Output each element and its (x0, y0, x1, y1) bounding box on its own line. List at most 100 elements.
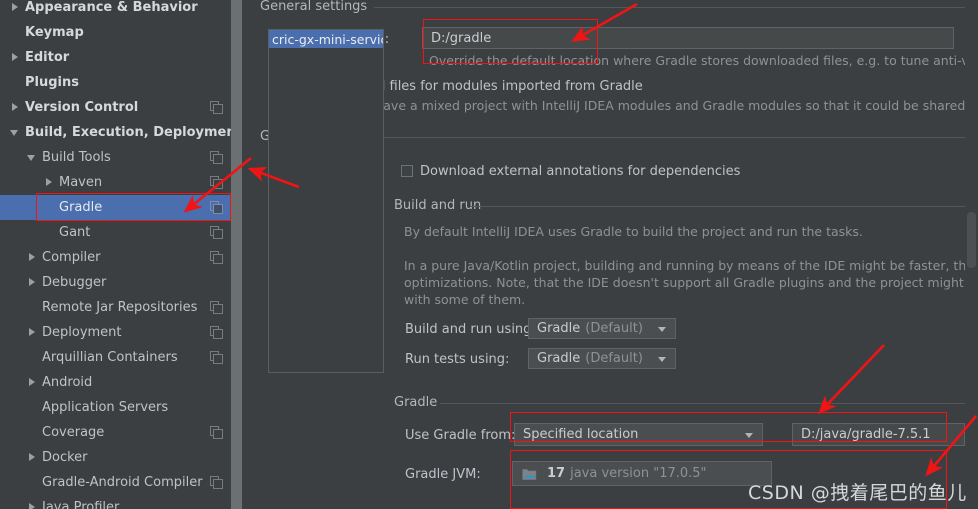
chevron-right-icon[interactable] (27, 502, 38, 509)
gradle-jvm-dropdown[interactable]: 17 java version "17.0.5" (512, 461, 772, 486)
chevron-down-icon (658, 356, 666, 362)
chevron-right-icon[interactable] (27, 452, 38, 463)
gradle-projects-list[interactable]: cric-gx-mini-service (268, 29, 384, 373)
sidebar-item-build-execution-deployment[interactable]: Build, Execution, Deployment (0, 120, 231, 145)
sidebar-item-java-profiler[interactable]: Java Profiler (0, 495, 231, 509)
gradle-user-home-input[interactable]: D:/gradle (422, 27, 954, 49)
sidebar-item-maven[interactable]: Maven (0, 170, 231, 195)
use-gradle-from-dropdown[interactable]: Specified location (514, 423, 763, 446)
sidebar-item-compiler[interactable]: Compiler (0, 245, 231, 270)
chevron-right-icon[interactable] (10, 52, 21, 63)
sidebar-item-docker[interactable]: Docker (0, 445, 231, 470)
main-scrollbar-thumb[interactable] (967, 212, 976, 268)
gradle-jvm-label: Gradle JVM: (405, 467, 481, 482)
sidebar-item-remote-jar-repositories[interactable]: Remote Jar Repositories (0, 295, 231, 320)
sidebar-item-deployment[interactable]: Deployment (0, 320, 231, 345)
build-and-run-divider (470, 206, 965, 207)
sidebar-item-label: Deployment (42, 325, 122, 340)
gradle-jvm-version: 17 (547, 466, 566, 481)
sidebar-item-gradle-android-compiler[interactable]: Gradle-Android Compiler (0, 470, 231, 495)
sidebar-item-label: Docker (42, 450, 88, 465)
use-gradle-from-label: Use Gradle from: (405, 428, 516, 443)
build-and-run-using-dropdown[interactable]: Gradle (Default) (528, 318, 676, 339)
sidebar-item-label: Build Tools (42, 150, 111, 165)
download-annotations-checkbox[interactable] (401, 165, 413, 177)
sidebar-item-label: Gant (59, 225, 91, 240)
sidebar-item-label: Coverage (42, 425, 105, 440)
gradle-projects-divider (370, 137, 965, 138)
chevron-right-icon[interactable] (27, 252, 38, 263)
sidebar-item-android[interactable]: Android (0, 370, 231, 395)
gradle-section-title: Gradle (394, 395, 438, 410)
build-and-run-section-title: Build and run (394, 198, 482, 213)
sidebar-item-label: Android (42, 375, 93, 390)
build-and-run-using-value: Gradle (537, 321, 581, 336)
chevron-right-icon[interactable] (10, 2, 21, 13)
sidebar-item-application-servers[interactable]: Application Servers (0, 395, 231, 420)
sidebar-item-plugins[interactable]: Plugins (0, 70, 231, 95)
sidebar-item-label: Arquillian Containers (42, 350, 178, 365)
copy-settings-icon[interactable] (210, 201, 223, 214)
sidebar-item-label: Gradle (59, 200, 103, 215)
run-tests-using-dropdown[interactable]: Gradle (Default) (528, 348, 676, 369)
indent-spacer (0, 82, 10, 83)
settings-tree[interactable]: Appearance & Behavior Keymap Editor Plugins… (0, 0, 231, 509)
gradle-section-divider (440, 403, 965, 404)
gradle-location-input[interactable]: D:/java/gradle-7.5.1 (792, 423, 965, 446)
copy-settings-icon[interactable] (210, 326, 223, 339)
chevron-right-icon[interactable] (10, 102, 21, 113)
indent-spacer (0, 32, 10, 33)
use-gradle-from-value: Specified location (523, 427, 639, 442)
chevron-down-icon[interactable] (27, 152, 38, 163)
sidebar-item-label: Build, Execution, Deployment (25, 125, 231, 140)
indent-spacer (0, 157, 27, 158)
sidebar-item-arquillian-containers[interactable]: Arquillian Containers (0, 345, 231, 370)
sidebar-item-coverage[interactable]: Coverage (0, 420, 231, 445)
sidebar-item-build-tools[interactable]: Build Tools (0, 145, 231, 170)
copy-settings-icon[interactable] (210, 101, 223, 114)
chevron-down-icon[interactable] (10, 127, 21, 138)
copy-settings-icon[interactable] (210, 251, 223, 264)
sidebar-item-label: Compiler (42, 250, 101, 265)
sidebar-item-gradle[interactable]: Gradle (0, 195, 231, 220)
sidebar-scrollbar-thumb[interactable] (231, 0, 242, 509)
copy-settings-icon[interactable] (210, 226, 223, 239)
sidebar-item-label: Gradle-Android Compiler (42, 475, 203, 490)
chevron-right-icon[interactable] (27, 377, 38, 388)
sidebar-item-label: Keymap (25, 25, 84, 40)
chevron-right-icon[interactable] (44, 177, 55, 188)
sidebar-item-label: Editor (25, 50, 70, 65)
sidebar-item-label: Plugins (25, 75, 79, 90)
main-scrollbar-track[interactable] (965, 0, 978, 509)
copy-settings-icon[interactable] (210, 301, 223, 314)
sidebar-item-appearance-behavior[interactable]: Appearance & Behavior (0, 0, 231, 20)
sidebar-item-label: Java Profiler (42, 500, 120, 509)
sidebar-item-editor[interactable]: Editor (0, 45, 231, 70)
sidebar-scrollbar-track[interactable] (231, 0, 242, 509)
copy-settings-icon[interactable] (210, 426, 223, 439)
indent-spacer (0, 382, 27, 383)
copy-settings-icon[interactable] (210, 176, 223, 189)
copy-settings-icon[interactable] (210, 351, 223, 364)
sidebar-item-keymap[interactable]: Keymap (0, 20, 231, 45)
indent-spacer (0, 457, 27, 458)
sidebar-item-gant[interactable]: Gant (0, 220, 231, 245)
sidebar-item-version-control[interactable]: Version Control (0, 95, 231, 120)
copy-settings-icon[interactable] (210, 151, 223, 164)
chevron-right-icon[interactable] (27, 277, 38, 288)
chevron-right-icon[interactable] (27, 327, 38, 338)
gradle-project-list-item[interactable]: cric-gx-mini-service (269, 30, 383, 48)
build-run-desc-3: optimizations. Note, that the IDE doesn'… (404, 275, 965, 290)
indent-spacer (0, 332, 27, 333)
sidebar-item-debugger[interactable]: Debugger (0, 270, 231, 295)
copy-settings-icon[interactable] (210, 476, 223, 489)
generate-iml-hint: Enable if you have a mixed project with … (290, 98, 965, 113)
sidebar-item-label: Debugger (42, 275, 107, 290)
sidebar-item-label: Application Servers (42, 400, 169, 415)
